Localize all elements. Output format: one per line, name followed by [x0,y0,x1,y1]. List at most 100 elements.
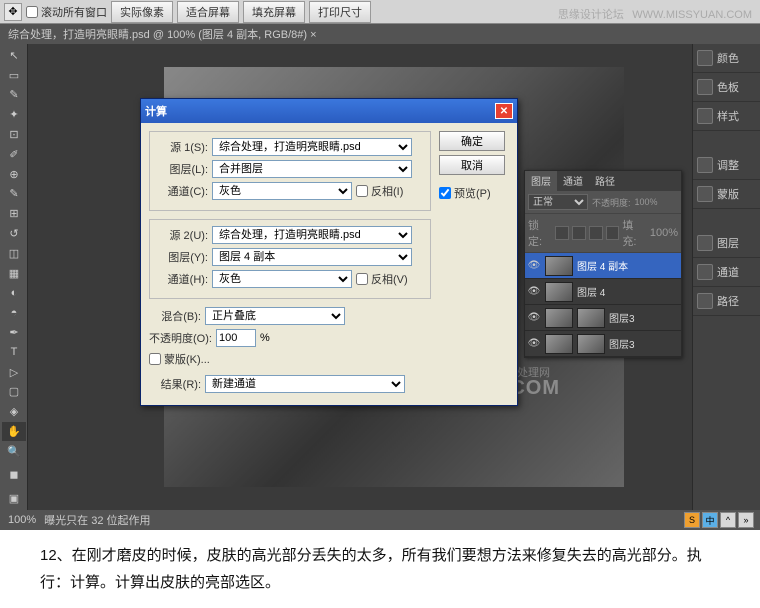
blend-mode-select[interactable]: 正常 [528,194,588,210]
tray-icon[interactable]: S [684,512,700,528]
layer-thumb [545,256,573,276]
visibility-icon[interactable]: 👁 [527,259,541,273]
actual-pixels-button[interactable]: 实际像素 [111,1,173,23]
zoom-level[interactable]: 100% [8,514,36,526]
layer-thumb [545,308,573,328]
preview-checkbox[interactable]: 预览(P) [439,185,491,201]
swatch-icon [697,79,713,95]
src2-select[interactable]: 综合处理，打造明亮眼睛.psd [212,226,412,244]
print-size-button[interactable]: 打印尺寸 [309,1,371,23]
type-tool[interactable]: T [2,343,26,362]
hand-tool[interactable]: ✋ [2,422,26,441]
tools-panel: ↖ ▭ ✎ ✦ ⊡ ✐ ⊕ ✎ ⊞ ↺ ◫ ▦ ◐ ◓ ✒ T ▷ ▢ ◈ ✋ … [0,44,28,510]
move-tool[interactable]: ↖ [2,46,26,65]
crop-tool[interactable]: ⊡ [2,125,26,144]
lock-pixels-icon[interactable] [572,226,586,240]
right-panels-collapsed: 颜色 色板 样式 调整 蒙版 图层 通道 路径 [692,44,760,510]
eraser-tool[interactable]: ◫ [2,244,26,263]
layer1-select[interactable]: 合并图层 [212,160,412,178]
gradient-tool[interactable]: ▦ [2,264,26,283]
layer-thumb [545,282,573,302]
shape-tool[interactable]: ▢ [2,383,26,402]
tray-icon[interactable]: 中 [702,512,718,528]
channels-icon [697,264,713,280]
panel-color[interactable]: 颜色 [693,44,760,73]
fit-screen-button[interactable]: 适合屏幕 [177,1,239,23]
quickmask-toggle[interactable]: ▣ [2,489,26,508]
layer2-label: 图层(Y): [156,249,208,265]
lock-position-icon[interactable] [589,226,603,240]
lock-all-icon[interactable] [606,226,620,240]
panel-channels-btn[interactable]: 通道 [693,258,760,287]
history-brush-tool[interactable]: ↺ [2,224,26,243]
fill-screen-button[interactable]: 填充屏幕 [243,1,305,23]
tray-icon[interactable]: ^ [720,512,736,528]
dialog-titlebar[interactable]: 计算 ✕ [141,99,517,123]
stamp-tool[interactable]: ⊞ [2,204,26,223]
blend-select[interactable]: 正片叠底 [205,307,345,325]
result-select[interactable]: 新建通道 [205,375,405,393]
eyedropper-tool[interactable]: ✐ [2,145,26,164]
dialog-title: 计算 [145,103,167,119]
document-tab[interactable]: 综合处理，打造明亮眼睛.psd @ 100% (图层 4 副本, RGB/8#)… [0,24,760,44]
path-tool[interactable]: ▷ [2,363,26,382]
scroll-all-checkbox[interactable]: 滚动所有窗口 [26,4,107,20]
tutorial-caption: 12、在刚才磨皮的时候，皮肤的高光部分丢失的太多，所有我们要想方法来修复失去的高… [0,530,760,608]
tab-channels[interactable]: 通道 [557,171,589,191]
pen-tool[interactable]: ✒ [2,323,26,342]
tab-layers[interactable]: 图层 [525,171,557,191]
dodge-tool[interactable]: ◓ [2,303,26,322]
tool-preset-icon[interactable]: ✥ [4,3,22,21]
layer-thumb2 [577,334,605,354]
adjust-icon [697,157,713,173]
panel-styles[interactable]: 样式 [693,102,760,131]
source1-group: 源 1(S):综合处理，打造明亮眼睛.psd 图层(L):合并图层 通道(C):… [149,131,431,211]
chan1-select[interactable]: 灰色 [212,182,352,200]
opacity-input[interactable] [216,329,256,347]
invert2-checkbox[interactable]: 反相(V) [356,271,408,287]
panel-swatches[interactable]: 色板 [693,73,760,102]
layer2-select[interactable]: 图层 4 副本 [212,248,412,266]
blend-label: 混合(B): [149,308,201,324]
zoom-tool[interactable]: 🔍 [2,442,26,461]
blur-tool[interactable]: ◐ [2,284,26,303]
src1-select[interactable]: 综合处理，打造明亮眼睛.psd [212,138,412,156]
close-icon[interactable]: ✕ [495,103,513,119]
panel-paths-btn[interactable]: 路径 [693,287,760,316]
tray-icon[interactable]: » [738,512,754,528]
lasso-tool[interactable]: ✎ [2,86,26,105]
marquee-tool[interactable]: ▭ [2,66,26,85]
wand-tool[interactable]: ✦ [2,105,26,124]
mask-checkbox[interactable]: 蒙版(K)... [149,351,210,367]
panel-adjustments[interactable]: 调整 [693,151,760,180]
layer-row[interactable]: 👁图层3 [525,305,681,331]
result-label: 结果(R): [149,376,201,392]
fill-val[interactable]: 100% [650,227,678,239]
src2-label: 源 2(U): [156,227,208,243]
layer-row[interactable]: 👁图层3 [525,331,681,357]
fg-bg-colors[interactable]: ◼ [2,462,26,488]
layer-thumb [545,334,573,354]
layer-row[interactable]: 👁图层 4 副本 [525,253,681,279]
mask-icon [697,186,713,202]
3d-tool[interactable]: ◈ [2,402,26,421]
tab-paths[interactable]: 路径 [589,171,621,191]
lock-transparent-icon[interactable] [555,226,569,240]
tray-icons: S 中 ^ » [684,512,754,528]
visibility-icon[interactable]: 👁 [527,285,541,299]
ok-button[interactable]: 确定 [439,131,505,151]
brush-tool[interactable]: ✎ [2,185,26,204]
cancel-button[interactable]: 取消 [439,155,505,175]
opacity-val[interactable]: 100% [635,197,658,207]
panel-layers-btn[interactable]: 图层 [693,229,760,258]
layer-row[interactable]: 👁图层 4 [525,279,681,305]
visibility-icon[interactable]: 👁 [527,311,541,325]
source2-group: 源 2(U):综合处理，打造明亮眼睛.psd 图层(Y):图层 4 副本 通道(… [149,219,431,299]
site-credit: 思缘设计论坛 WWW.MISSYUAN.COM [558,6,752,22]
invert1-checkbox[interactable]: 反相(I) [356,183,408,199]
chan2-select[interactable]: 灰色 [212,270,352,288]
heal-tool[interactable]: ⊕ [2,165,26,184]
layers-list: 👁图层 4 副本 👁图层 4 👁图层3 👁图层3 [525,253,681,357]
visibility-icon[interactable]: 👁 [527,337,541,351]
panel-masks[interactable]: 蒙版 [693,180,760,209]
